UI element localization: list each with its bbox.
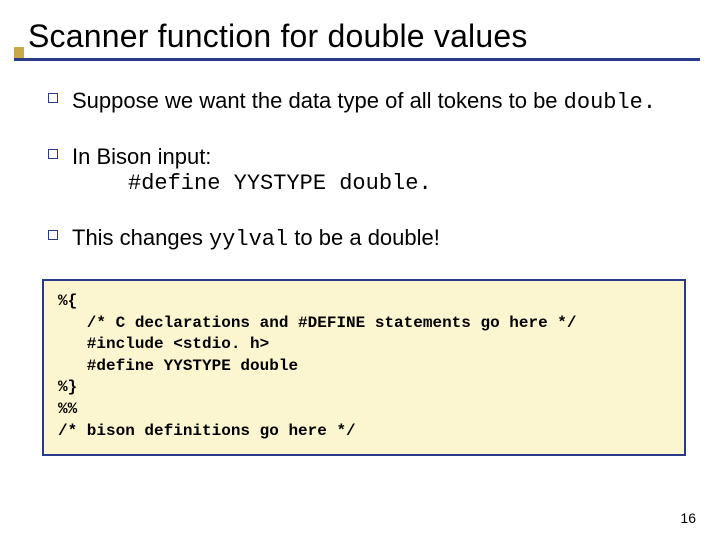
slide: Scanner function for double values Suppo… xyxy=(0,0,720,540)
bullet-3-code: yylval xyxy=(209,227,288,252)
square-bullet-icon xyxy=(48,230,58,240)
bullet-2-text: In Bison input: xyxy=(72,144,211,169)
page-number: 16 xyxy=(680,510,696,526)
content-area: Suppose we want the data type of all tok… xyxy=(0,59,720,253)
bullet-item-3: This changes yylval to be a double! xyxy=(72,224,692,254)
bullet-3-text-b: to be a double! xyxy=(288,225,440,250)
title-area: Scanner function for double values xyxy=(0,0,720,59)
title-underline xyxy=(14,58,700,61)
bullet-item-2: In Bison input: #define YYSTYPE double. xyxy=(72,143,692,198)
bullet-2-indent-code: #define YYSTYPE double. xyxy=(72,170,692,198)
bullet-item-1: Suppose we want the data type of all tok… xyxy=(72,87,692,117)
square-bullet-icon xyxy=(48,149,58,159)
bullet-1-text: Suppose we want the data type of all tok… xyxy=(72,88,564,113)
bullet-1-code: double. xyxy=(564,90,656,115)
code-block: %{ /* C declarations and #DEFINE stateme… xyxy=(42,279,686,456)
bullet-3-text-a: This changes xyxy=(72,225,209,250)
square-bullet-icon xyxy=(48,93,58,103)
slide-title: Scanner function for double values xyxy=(28,18,720,55)
